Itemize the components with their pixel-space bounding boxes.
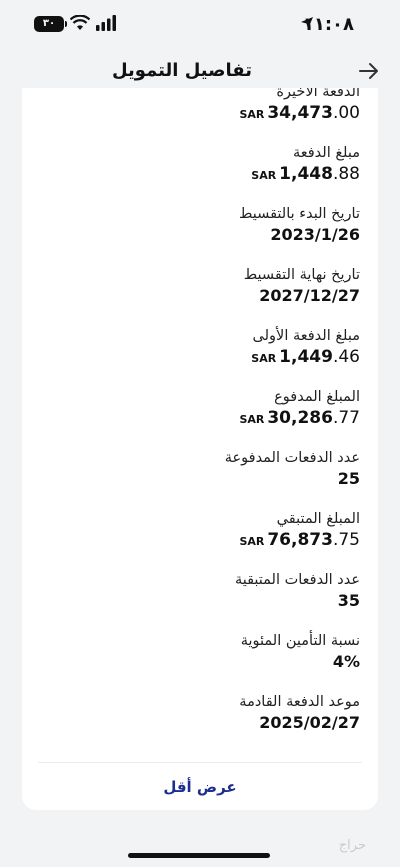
currency-code: SAR bbox=[239, 108, 265, 121]
detail-value: 35 bbox=[337, 591, 360, 610]
divider bbox=[38, 762, 362, 763]
detail-paid-amount: المبلغ المدفوع SAR 30,286.77 bbox=[22, 387, 378, 448]
detail-start-date: تاريخ البدء بالتقسيط 2023/1/26 bbox=[22, 204, 378, 265]
page-title: تفاصيل التمويل bbox=[111, 60, 252, 81]
detail-value: SAR 30,286.77 bbox=[22, 407, 360, 431]
detail-label: موعد الدفعة القادمة bbox=[239, 694, 360, 710]
detail-value: SAR 1,449.46 bbox=[22, 346, 360, 370]
amount-integer: 76,873 bbox=[267, 530, 333, 550]
detail-label: المبلغ المدفوع bbox=[274, 389, 360, 405]
detail-value: 2025/02/27 bbox=[259, 713, 360, 732]
amount-integer: 1,449 bbox=[279, 347, 333, 367]
currency-code: SAR bbox=[251, 169, 277, 182]
home-indicator[interactable] bbox=[128, 853, 270, 858]
show-less-button[interactable]: عرض أقل bbox=[22, 778, 378, 796]
detail-label: الدفعة الأخيرة bbox=[276, 88, 360, 100]
amount-decimal: .75 bbox=[332, 530, 360, 550]
amount-decimal: .00 bbox=[332, 103, 360, 123]
currency-code: SAR bbox=[239, 413, 265, 426]
detail-label: تاريخ البدء بالتقسيط bbox=[239, 206, 360, 222]
detail-label: عدد الدفعات المتبقية bbox=[234, 572, 360, 588]
amount-decimal: .46 bbox=[332, 347, 360, 367]
detail-paid-count: عدد الدفعات المدفوعة 25 bbox=[22, 448, 378, 509]
financing-details-card: الدفعة الأخيرة SAR 34,473.00 مبلغ الدفعة … bbox=[22, 88, 378, 810]
amount-integer: 30,286 bbox=[267, 408, 333, 428]
detail-value: 2027/12/27 bbox=[259, 286, 360, 305]
cellular-signal-icon bbox=[96, 15, 116, 31]
status-bar: ٣٠ ١١:٠٨ bbox=[0, 0, 400, 52]
back-arrow-icon[interactable] bbox=[358, 60, 380, 82]
wifi-icon bbox=[70, 15, 90, 30]
header: تفاصيل التمويل bbox=[0, 52, 400, 90]
status-time: ١١:٠٨ bbox=[302, 14, 354, 35]
details-list: الدفعة الأخيرة SAR 34,473.00 مبلغ الدفعة … bbox=[22, 88, 378, 753]
detail-value: 2023/1/26 bbox=[270, 225, 360, 244]
detail-first-payment: مبلغ الدفعة الأولى SAR 1,449.46 bbox=[22, 326, 378, 387]
detail-next-payment-date: موعد الدفعة القادمة 2025/02/27 bbox=[22, 692, 378, 753]
detail-label: نسبة التأمين المئوية bbox=[240, 633, 360, 649]
detail-remaining-amount: المبلغ المتبقي SAR 76,873.75 bbox=[22, 509, 378, 570]
detail-label: المبلغ المتبقي bbox=[276, 511, 360, 527]
detail-value: SAR 1,448.88 bbox=[22, 163, 360, 187]
currency-code: SAR bbox=[239, 535, 265, 548]
detail-label: عدد الدفعات المدفوعة bbox=[224, 450, 360, 466]
detail-value: 25 bbox=[337, 469, 360, 488]
detail-value: SAR 34,473.00 bbox=[22, 102, 360, 126]
detail-payment-amount: مبلغ الدفعة SAR 1,448.88 bbox=[22, 143, 378, 204]
detail-label: مبلغ الدفعة bbox=[292, 145, 360, 161]
watermark-logo: حراج bbox=[338, 838, 366, 853]
amount-decimal: .77 bbox=[332, 408, 360, 428]
battery-icon: ٣٠ bbox=[34, 16, 67, 32]
currency-code: SAR bbox=[251, 352, 277, 365]
amount-decimal: .88 bbox=[332, 164, 360, 184]
detail-label: تاريخ نهاية التقسيط bbox=[243, 267, 360, 283]
detail-last-payment: الدفعة الأخيرة SAR 34,473.00 bbox=[22, 88, 378, 143]
detail-label: مبلغ الدفعة الأولى bbox=[252, 328, 360, 344]
detail-insurance-rate: نسبة التأمين المئوية 4% bbox=[22, 631, 378, 692]
detail-value: 4% bbox=[332, 652, 360, 671]
detail-end-date: تاريخ نهاية التقسيط 2027/12/27 bbox=[22, 265, 378, 326]
amount-integer: 34,473 bbox=[267, 103, 333, 123]
detail-value: SAR 76,873.75 bbox=[22, 529, 360, 553]
detail-remaining-count: عدد الدفعات المتبقية 35 bbox=[22, 570, 378, 631]
amount-integer: 1,448 bbox=[279, 164, 333, 184]
